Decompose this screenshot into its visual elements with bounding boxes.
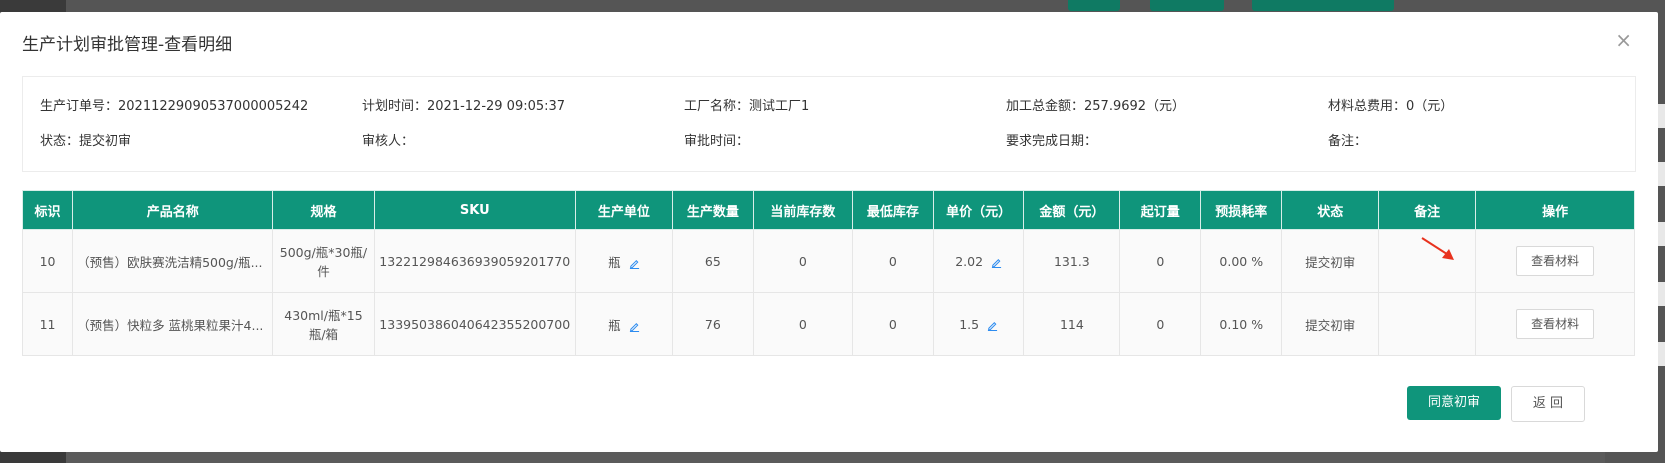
red-arrow-annotation xyxy=(1421,237,1454,260)
due-date: 要求完成日期： xyxy=(1006,134,1098,149)
price-text: 2.02 xyxy=(955,253,984,269)
col-header: 当前库存数 xyxy=(752,190,853,230)
cell-price: 1.5 xyxy=(932,292,1025,356)
cell-quantity: 65 xyxy=(671,229,754,293)
cell-loss-rate: 0.00 % xyxy=(1200,229,1283,293)
cell-sku: 13221298463693905920177​0 xyxy=(373,229,576,293)
cell-moq: 0 xyxy=(1119,292,1202,356)
unit-text: 瓶 xyxy=(608,317,621,333)
backdrop-button xyxy=(1068,0,1120,11)
col-header: 起订量 xyxy=(1119,190,1202,230)
cell-unit: 瓶 xyxy=(574,292,673,356)
edit-icon[interactable] xyxy=(629,258,640,269)
col-header: 最低库存 xyxy=(851,190,934,230)
order-status: 状态：提交初审 xyxy=(40,134,132,149)
cell-price: 2.02 xyxy=(932,229,1025,293)
view-materials-button[interactable]: 查看材料 xyxy=(1516,246,1595,276)
cell-product-name: （预售）快粒多 蓝桃果粒果汁4... xyxy=(72,292,274,356)
cell-moq: 0 xyxy=(1119,229,1202,293)
col-header: 金额（元） xyxy=(1023,190,1121,230)
cell-min-stock: 0 xyxy=(851,229,934,293)
backdrop-button xyxy=(1252,0,1394,11)
cell-loss-rate: 0.10 % xyxy=(1200,292,1283,356)
material-total-cost: 材料总费用：0（元） xyxy=(1328,99,1454,114)
reviewer: 审核人： xyxy=(362,134,415,149)
edit-icon[interactable] xyxy=(991,257,1002,268)
order-info-panel: 生产订单号：20211229090537000005242 计划时间：2021-… xyxy=(22,76,1636,172)
cell-amount: 131.3 xyxy=(1023,229,1121,293)
cell-id: 10 xyxy=(21,229,74,293)
cell-sku: 1339503860406423552​00700 xyxy=(373,292,576,356)
remark: 备注： xyxy=(1328,134,1368,149)
plan-time: 计划时间：2021-12-29 09:05:37 xyxy=(362,99,566,114)
table-header-row: 标识 产品名称 规格 SKU 生产单位 生产数量 当前库存数 最低库存 单价（元… xyxy=(21,190,1635,230)
product-name-text: （预售）欧肤赛洗洁精500g/瓶... xyxy=(77,254,263,270)
backdrop-top xyxy=(0,0,1665,12)
cell-product-name: （预售）欧肤赛洗洁精500g/瓶... xyxy=(72,229,274,293)
col-header: 预损耗率 xyxy=(1200,190,1283,230)
col-header: 产品名称 xyxy=(72,190,274,230)
product-name-text: （预售）快粒多 蓝桃果粒果汁4... xyxy=(77,317,264,333)
cell-spec: 430ml/瓶*15瓶/箱 xyxy=(272,292,375,356)
cell-stock: 0 xyxy=(752,292,853,356)
col-header: 单价（元） xyxy=(932,190,1025,230)
unit-text: 瓶 xyxy=(608,254,621,270)
cell-action: 查看材料 xyxy=(1475,229,1635,293)
cell-min-stock: 0 xyxy=(851,292,934,356)
cell-action: 查看材料 xyxy=(1475,292,1635,356)
price-text: 1.5 xyxy=(959,316,980,332)
col-header: 生产数量 xyxy=(671,190,754,230)
col-header: 规格 xyxy=(272,190,375,230)
cell-spec: 500g/瓶*30瓶/件 xyxy=(272,229,375,293)
approve-initial-review-button[interactable]: 同意初审 xyxy=(1407,386,1501,420)
order-number: 生产订单号：20211229090537000005242 xyxy=(40,99,309,114)
edit-icon[interactable] xyxy=(629,321,640,332)
review-time: 审批时间： xyxy=(684,134,750,149)
table-row: 10 （预售）欧肤赛洗洁精500g/瓶... 500g/瓶*30瓶/件 1322… xyxy=(21,229,1635,293)
view-materials-button[interactable]: 查看材料 xyxy=(1516,309,1595,339)
col-header: 备注 xyxy=(1378,190,1477,230)
cell-status: 提交初审 xyxy=(1281,292,1380,356)
cell-status: 提交初审 xyxy=(1281,229,1380,293)
back-button[interactable]: 返 回 xyxy=(1511,386,1585,422)
factory-name: 工厂名称：测试工厂1 xyxy=(684,99,810,114)
cell-unit: 瓶 xyxy=(574,229,673,293)
dialog-title: 生产计划审批管理-查看明细 xyxy=(22,35,233,55)
backdrop-button xyxy=(1150,0,1224,11)
col-header: SKU xyxy=(373,190,576,230)
col-header: 状态 xyxy=(1281,190,1380,230)
product-table: 标识 产品名称 规格 SKU 生产单位 生产数量 当前库存数 最低库存 单价（元… xyxy=(21,190,1635,356)
process-total-amount: 加工总金额：257.9692（元） xyxy=(1006,99,1186,114)
col-header: 标识 xyxy=(21,190,74,230)
table-row: 11 （预售）快粒多 蓝桃果粒果汁4... 430ml/瓶*15瓶/箱 1339… xyxy=(21,292,1635,356)
cell-amount: 114 xyxy=(1023,292,1121,356)
cell-quantity: 76 xyxy=(671,292,754,356)
detail-dialog: 生产计划审批管理-查看明细 × 生产订单号：202112290905370000… xyxy=(0,12,1658,452)
col-header: 生产单位 xyxy=(574,190,673,230)
col-header: 操作 xyxy=(1475,190,1635,230)
cell-stock: 0 xyxy=(752,229,853,293)
cell-id: 11 xyxy=(21,292,74,356)
cell-remark xyxy=(1378,292,1477,356)
close-icon[interactable]: × xyxy=(1615,28,1632,52)
edit-icon[interactable] xyxy=(987,320,998,331)
